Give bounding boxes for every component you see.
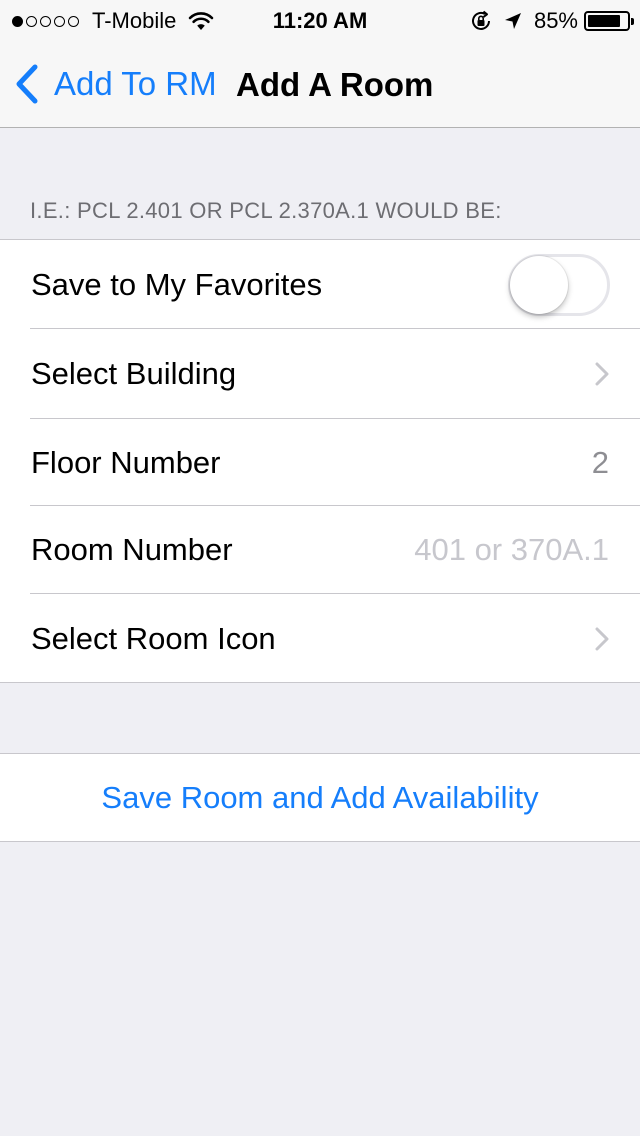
- navigation-bar: Add To RM Add A Room: [0, 40, 640, 128]
- favorites-toggle[interactable]: [508, 253, 610, 316]
- page-title: Add A Room: [236, 66, 434, 103]
- status-bar: T-Mobile 11:20 AM 85%: [0, 0, 640, 40]
- floor-number-cell[interactable]: Floor Number 2: [0, 419, 640, 506]
- chevron-right-icon: [595, 362, 609, 386]
- select-building-cell[interactable]: Select Building: [0, 329, 640, 419]
- battery-percent: 85%: [533, 8, 578, 33]
- chevron-right-icon: [595, 627, 609, 650]
- back-button-label: Add To RM: [54, 65, 217, 102]
- room-number-label: Room Number: [31, 532, 233, 567]
- battery-nub: [631, 18, 634, 25]
- toggle-knob: [510, 255, 568, 314]
- section-header: I.E.: PCL 2.401 OR PCL 2.370A.1 WOULD BE…: [30, 198, 502, 223]
- favorites-label: Save to My Favorites: [31, 266, 323, 302]
- battery-fill: [588, 15, 621, 27]
- chevron-left-icon: [16, 64, 38, 104]
- room-form-table: Save to My Favorites Select Building Flo…: [0, 239, 640, 683]
- status-right: 85%: [470, 8, 634, 34]
- orientation-lock-icon: [471, 10, 490, 30]
- floor-number-value: 2: [591, 444, 609, 480]
- select-building-label: Select Building: [31, 356, 237, 391]
- location-arrow-icon: [504, 13, 521, 29]
- save-room-button[interactable]: Save Room and Add Availability: [0, 753, 640, 842]
- back-button[interactable]: Add To RM: [14, 62, 217, 106]
- battery-icon: [584, 11, 634, 31]
- screen: T-Mobile 11:20 AM 85% Add To RM Add A Ro…: [0, 0, 640, 1136]
- favorites-cell: Save to My Favorites: [0, 240, 640, 329]
- save-room-button-label: Save Room and Add Availability: [101, 779, 539, 815]
- select-room-icon-label: Select Room Icon: [31, 620, 276, 656]
- floor-number-label: Floor Number: [31, 444, 221, 480]
- select-room-icon-cell[interactable]: Select Room Icon: [0, 594, 640, 683]
- room-number-cell: Room Number: [0, 506, 640, 594]
- room-number-input[interactable]: [349, 532, 609, 568]
